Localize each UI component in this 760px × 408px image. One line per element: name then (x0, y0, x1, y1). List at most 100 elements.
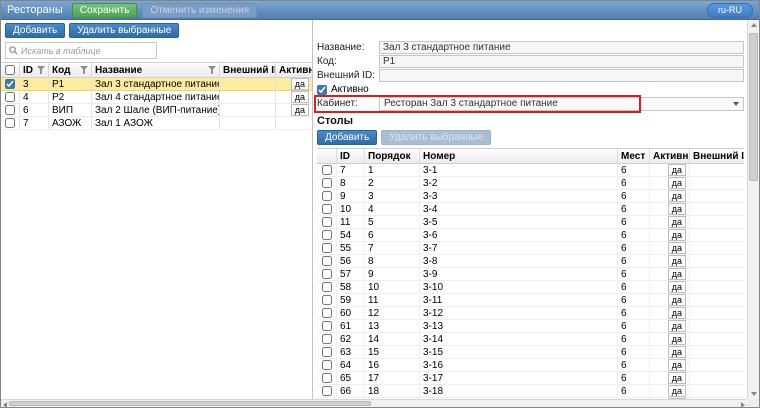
scroll-up-icon[interactable] (751, 23, 757, 27)
active-column-header[interactable]: Активно (276, 63, 312, 77)
row-checkbox[interactable] (322, 191, 332, 201)
active-badge: да (668, 190, 686, 202)
row-checkbox[interactable] (322, 373, 332, 383)
row-checkbox[interactable] (322, 230, 332, 240)
row-checkbox[interactable] (322, 347, 332, 357)
vertical-scrollbar[interactable] (747, 20, 759, 399)
vertical-scrollbar-thumb[interactable] (749, 33, 758, 181)
row-checkbox[interactable] (322, 321, 332, 331)
active-cell: да (650, 385, 690, 397)
add-table-button[interactable]: Добавить (317, 130, 377, 145)
table-row[interactable]: 5573-76да (317, 242, 744, 255)
table-search-input[interactable] (21, 46, 153, 56)
table-row[interactable]: 713-16да (317, 164, 744, 177)
delete-selected-restaurants-button[interactable]: Удалить выбранные (69, 23, 179, 38)
filter-icon[interactable] (37, 66, 45, 74)
row-checkbox[interactable] (322, 165, 332, 175)
checkbox-cell (317, 242, 337, 254)
scroll-left-icon[interactable] (3, 402, 7, 408)
horizontal-scrollbar[interactable] (1, 399, 747, 407)
tables-seats-column-header[interactable]: Мест (618, 149, 650, 163)
select-all-checkbox[interactable] (5, 65, 15, 75)
row-checkbox[interactable] (322, 178, 332, 188)
table-row[interactable]: 64163-166да (317, 359, 744, 372)
table-row[interactable]: 63153-156да (317, 346, 744, 359)
cancel-changes-button[interactable]: Отменить изменения (142, 3, 257, 18)
tables-active-column-header[interactable]: Активно (650, 149, 690, 163)
row-checkbox[interactable] (322, 269, 332, 279)
save-button[interactable]: Сохранить (72, 3, 138, 18)
locale-button[interactable]: ru-RU (707, 3, 753, 18)
external-id-cell (690, 281, 744, 293)
table-row[interactable]: 66183-186да (317, 385, 744, 398)
name-input[interactable] (379, 41, 744, 54)
active-cell: да (650, 268, 690, 280)
row-checkbox[interactable] (5, 79, 15, 89)
cabinet-dropdown[interactable]: Ресторан Зал 3 стандартное питание (379, 97, 744, 111)
active-cell: да (650, 203, 690, 215)
row-checkbox[interactable] (5, 92, 15, 102)
filter-icon[interactable] (80, 66, 88, 74)
horizontal-scrollbar-thumb[interactable] (9, 401, 371, 406)
external-id-input[interactable] (379, 69, 744, 82)
row-checkbox[interactable] (322, 282, 332, 292)
active-cell: да (650, 333, 690, 345)
table-row[interactable]: 823-26да (317, 177, 744, 190)
row-checkbox[interactable] (322, 256, 332, 266)
table-row[interactable]: 59113-116да (317, 294, 744, 307)
name-column-header[interactable]: Название (92, 63, 220, 77)
active-checkbox[interactable] (317, 85, 327, 95)
row-checkbox[interactable] (322, 243, 332, 253)
table-row[interactable]: 933-36да (317, 190, 744, 203)
table-row[interactable]: 60123-126да (317, 307, 744, 320)
external-id-cell (690, 216, 744, 228)
table-row[interactable]: 5793-96да (317, 268, 744, 281)
table-row[interactable]: 58103-106да (317, 281, 744, 294)
external-id-column-header[interactable]: Внешний ID (220, 63, 276, 77)
id-cell: 66 (337, 385, 365, 397)
seats-cell: 6 (618, 255, 650, 267)
row-checkbox[interactable] (322, 334, 332, 344)
code-column-header[interactable]: Код (49, 63, 92, 77)
row-checkbox[interactable] (5, 105, 15, 115)
delete-selected-tables-button[interactable]: Удалить выбранные (381, 130, 491, 145)
row-checkbox[interactable] (322, 360, 332, 370)
table-row[interactable]: 5683-86да (317, 255, 744, 268)
tables-external-id-column-header[interactable]: Внешний ID (690, 149, 744, 163)
active-label: Активно (331, 84, 369, 95)
restaurant-row[interactable]: 7АЗОЖЗал 1 АЗОЖ (1, 117, 312, 130)
table-row[interactable]: 1153-56да (317, 216, 744, 229)
row-checkbox[interactable] (5, 118, 15, 128)
scroll-down-icon[interactable] (751, 392, 757, 396)
active-badge: да (668, 203, 686, 215)
tables-number-column-header[interactable]: Номер (420, 149, 618, 163)
table-row[interactable]: 61133-136да (317, 320, 744, 333)
id-column-header[interactable]: ID (20, 63, 49, 77)
table-row[interactable]: 62143-146да (317, 333, 744, 346)
active-cell: да (650, 242, 690, 254)
row-checkbox[interactable] (322, 204, 332, 214)
row-checkbox[interactable] (322, 386, 332, 396)
search-box[interactable] (5, 42, 157, 59)
number-cell: 3-5 (420, 216, 618, 228)
active-badge: да (668, 385, 686, 397)
external-id-cell (220, 91, 276, 103)
table-row[interactable]: 5463-66да (317, 229, 744, 242)
tables-order-column-header[interactable]: Порядок (365, 149, 420, 163)
row-checkbox[interactable] (322, 217, 332, 227)
table-row[interactable]: 1043-46да (317, 203, 744, 216)
tables-id-column-header[interactable]: ID (337, 149, 365, 163)
code-input[interactable] (379, 55, 744, 68)
column-label: Внешний ID (223, 65, 276, 76)
table-row[interactable]: 65173-176да (317, 372, 744, 385)
restaurant-row[interactable]: 6ВИПЗал 2 Шале (ВИП-питание)да (1, 104, 312, 117)
active-cell: да (650, 294, 690, 306)
restaurant-row[interactable]: 3P1Зал 3 стандартное питаниеда (1, 78, 312, 91)
scroll-right-icon[interactable] (741, 402, 745, 408)
row-checkbox[interactable] (322, 308, 332, 318)
restaurant-row[interactable]: 4P2Зал 4 стандартное питаниеда (1, 91, 312, 104)
row-checkbox[interactable] (322, 295, 332, 305)
column-label: Внешний ID (693, 151, 744, 162)
add-restaurant-button[interactable]: Добавить (5, 23, 65, 38)
filter-icon[interactable] (208, 66, 216, 74)
